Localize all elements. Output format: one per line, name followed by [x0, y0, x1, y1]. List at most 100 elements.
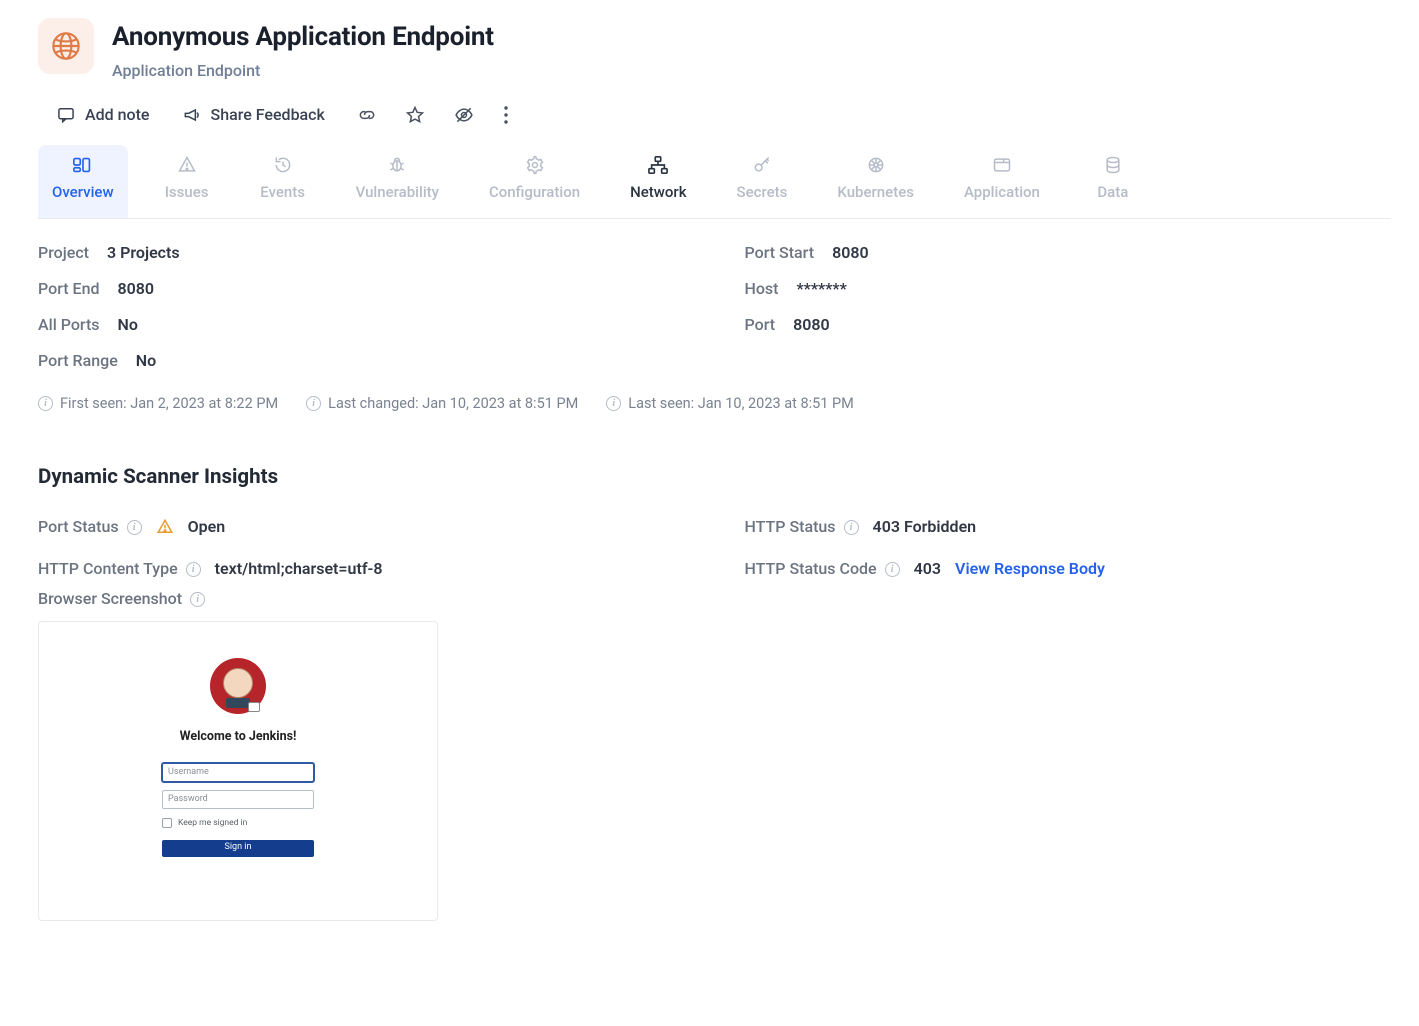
- eye-off-icon[interactable]: [453, 105, 475, 125]
- info-icon[interactable]: [844, 520, 859, 535]
- http-status-value: 403 Forbidden: [873, 515, 977, 539]
- value: *******: [797, 277, 847, 301]
- database-icon: [1103, 155, 1123, 175]
- key-icon: [752, 155, 772, 175]
- page-subtitle: Application Endpoint: [112, 59, 494, 83]
- tab-issues[interactable]: Issues: [150, 145, 224, 218]
- browser-screenshot-section: Browser Screenshot Welcome to Jenkins! U…: [38, 587, 1391, 921]
- value: No: [118, 313, 138, 337]
- browser-screenshot-label: Browser Screenshot: [38, 587, 182, 611]
- details-grid: Project 3 Projects Port Start 8080 Port …: [38, 241, 1391, 373]
- overview-icon: [72, 155, 94, 175]
- last-changed: Last changed: Jan 10, 2023 at 8:51 PM: [306, 393, 578, 415]
- detail-all-ports: All Ports No: [38, 313, 685, 337]
- tab-label: Application: [964, 181, 1040, 204]
- tab-label: Kubernetes: [837, 181, 914, 204]
- page-title: Anonymous Application Endpoint: [112, 18, 494, 57]
- screenshot-password-field: Password: [162, 790, 314, 809]
- info-icon[interactable]: [186, 562, 201, 577]
- tab-application[interactable]: Application: [950, 145, 1054, 218]
- timestamps-row: First seen: Jan 2, 2023 at 8:22 PM Last …: [38, 393, 1391, 415]
- detail-port: Port 8080: [745, 313, 1392, 337]
- title-block: Anonymous Application Endpoint Applicati…: [112, 18, 494, 83]
- link-icon[interactable]: [357, 105, 377, 125]
- share-feedback-label: Share Feedback: [211, 103, 325, 127]
- http-status-code-value: 403: [914, 557, 941, 581]
- row-http-status: HTTP Status 403 Forbidden: [745, 515, 1392, 539]
- signin-label: Sign in: [225, 841, 252, 855]
- label: Project: [38, 241, 89, 265]
- placeholder: Username: [168, 766, 209, 780]
- tab-overview[interactable]: Overview: [38, 145, 128, 218]
- label: Port End: [38, 277, 100, 301]
- detail-host: Host *******: [745, 277, 1392, 301]
- detail-project: Project 3 Projects: [38, 241, 685, 265]
- jenkins-logo-icon: [210, 658, 266, 714]
- info-icon[interactable]: [127, 520, 142, 535]
- http-content-type-label: HTTP Content Type: [38, 557, 178, 581]
- tab-kubernetes[interactable]: Kubernetes: [823, 145, 928, 218]
- keep-signed-in-label: Keep me signed in: [178, 817, 247, 830]
- helm-icon: [866, 155, 886, 175]
- screenshot-signin-button: Sign in: [162, 840, 314, 857]
- port-status-label: Port Status: [38, 515, 119, 539]
- app-icon: [38, 18, 94, 74]
- detail-port-range: Port Range No: [38, 349, 685, 373]
- tab-label: Secrets: [737, 181, 788, 204]
- last-seen-text: Last seen: Jan 10, 2023 at 8:51 PM: [628, 393, 854, 415]
- star-icon[interactable]: [405, 105, 425, 125]
- alert-triangle-icon: [177, 155, 197, 175]
- window-icon: [992, 155, 1012, 175]
- more-vertical-icon[interactable]: [503, 105, 509, 125]
- gear-icon: [525, 155, 545, 175]
- tab-label: Vulnerability: [356, 181, 439, 204]
- info-icon: [38, 396, 53, 411]
- tab-data[interactable]: Data: [1076, 145, 1150, 218]
- megaphone-icon: [182, 105, 202, 125]
- globe-icon: [50, 30, 82, 62]
- row-port-status: Port Status Open: [38, 515, 685, 539]
- tab-label: Configuration: [489, 181, 580, 204]
- row-http-content-type: HTTP Content Type text/html;charset=utf-…: [38, 557, 685, 581]
- screenshot-keep-signed-in-row: Keep me signed in: [162, 817, 314, 830]
- tab-label: Overview: [52, 181, 114, 204]
- note-icon: [56, 105, 76, 125]
- share-feedback-button[interactable]: Share Feedback: [182, 103, 325, 127]
- info-icon[interactable]: [885, 562, 900, 577]
- value: 3 Projects: [107, 241, 180, 265]
- detail-port-start: Port Start 8080: [745, 241, 1392, 265]
- toolbar: Add note Share Feedback: [56, 103, 1391, 127]
- tab-configuration[interactable]: Configuration: [475, 145, 594, 218]
- http-content-type-value: text/html;charset=utf-8: [215, 557, 383, 581]
- value: 8080: [832, 241, 869, 265]
- checkbox-icon: [162, 818, 172, 828]
- tab-label: Network: [630, 181, 686, 204]
- browser-screenshot: Welcome to Jenkins! Username Password Ke…: [38, 621, 438, 921]
- http-status-label: HTTP Status: [745, 515, 836, 539]
- tab-secrets[interactable]: Secrets: [723, 145, 802, 218]
- label: Host: [745, 277, 779, 301]
- last-seen: Last seen: Jan 10, 2023 at 8:51 PM: [606, 393, 854, 415]
- row-http-status-code: HTTP Status Code 403 View Response Body: [745, 557, 1392, 581]
- tab-network[interactable]: Network: [616, 145, 700, 218]
- label: Port: [745, 313, 776, 337]
- label: Port Start: [745, 241, 815, 265]
- page-header: Anonymous Application Endpoint Applicati…: [38, 18, 1391, 83]
- label: Port Range: [38, 349, 118, 373]
- alert-triangle-icon: [156, 518, 174, 536]
- label: All Ports: [38, 313, 100, 337]
- add-note-button[interactable]: Add note: [56, 103, 150, 127]
- info-icon: [306, 396, 321, 411]
- tabs: Overview Issues Events: [38, 145, 1391, 219]
- http-status-code-label: HTTP Status Code: [745, 557, 877, 581]
- insights-heading: Dynamic Scanner Insights: [38, 462, 1391, 493]
- value: 8080: [118, 277, 155, 301]
- view-response-body-link[interactable]: View Response Body: [955, 557, 1105, 581]
- tab-events[interactable]: Events: [246, 145, 320, 218]
- value: 8080: [793, 313, 830, 337]
- info-icon: [606, 396, 621, 411]
- screenshot-username-field: Username: [162, 763, 314, 782]
- info-icon[interactable]: [190, 592, 205, 607]
- first-seen: First seen: Jan 2, 2023 at 8:22 PM: [38, 393, 278, 415]
- tab-vulnerability[interactable]: Vulnerability: [342, 145, 453, 218]
